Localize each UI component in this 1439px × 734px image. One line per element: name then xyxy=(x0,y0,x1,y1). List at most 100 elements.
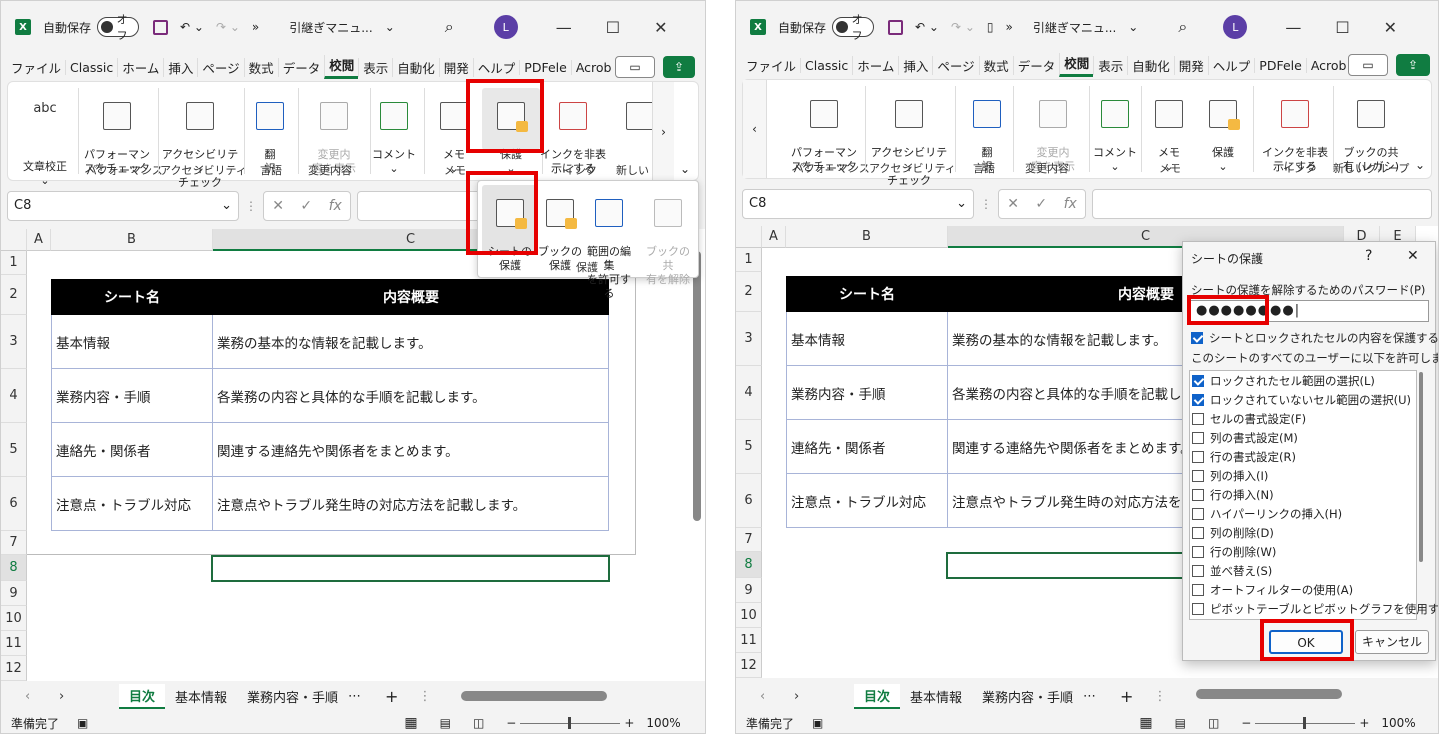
column-header[interactable]: B xyxy=(51,229,213,251)
row-header[interactable]: 7 xyxy=(736,528,762,552)
comments-button[interactable]: ▭ xyxy=(615,56,655,78)
page-break-icon[interactable]: ◫ xyxy=(1208,716,1219,730)
tab-automate[interactable]: 自動化 xyxy=(1127,55,1174,75)
column-header[interactable]: A xyxy=(762,226,786,248)
sheet-prev-icon[interactable]: ‹ xyxy=(25,689,45,704)
tab-data[interactable]: データ xyxy=(277,57,325,77)
selected-cell-c8[interactable] xyxy=(211,555,610,582)
save-icon[interactable] xyxy=(888,19,904,35)
fx-icon[interactable]: fx xyxy=(329,198,342,214)
table-cell[interactable]: 注意点やトラブル発生時の対応方法を記載します。 xyxy=(213,477,609,531)
row-header[interactable]: 10 xyxy=(736,603,762,628)
protect-contents-checkbox[interactable]: シートとロックされたセルの内容を保護する(C) xyxy=(1191,330,1438,346)
row-header[interactable]: 11 xyxy=(1,631,27,656)
permissions-scrollbar[interactable] xyxy=(1419,372,1423,562)
normal-view-icon[interactable]: ▦ xyxy=(404,715,417,731)
comment-button[interactable]: コメント ⌄ xyxy=(1093,86,1137,188)
table-cell[interactable]: 注意点・トラブル対応 xyxy=(51,477,213,531)
accessibility-status-icon[interactable]: ▣ xyxy=(77,716,88,730)
row-header[interactable]: 2 xyxy=(1,275,27,315)
select-all[interactable] xyxy=(736,226,762,248)
tab-view[interactable]: 表示 xyxy=(358,57,392,77)
file-name[interactable]: 引継ぎマニュ... xyxy=(1033,19,1116,36)
table-cell[interactable]: 基本情報 xyxy=(786,312,948,366)
tab-page[interactable]: ページ xyxy=(932,55,978,75)
accessibility-status-icon[interactable]: ▣ xyxy=(812,716,823,730)
name-box[interactable]: C8 ⌄ xyxy=(742,189,974,219)
ribbon-scroll-left-icon[interactable]: ‹ xyxy=(743,80,767,178)
zoom-in-icon[interactable]: + xyxy=(1359,716,1369,730)
more-sheets-icon[interactable]: ⋯ xyxy=(1083,689,1096,704)
row-header[interactable]: 3 xyxy=(1,315,27,369)
permission-item[interactable]: ロックされていないセル範囲の選択(U) xyxy=(1192,392,1411,408)
row-header[interactable]: 1 xyxy=(736,248,762,272)
row-header[interactable]: 11 xyxy=(736,628,762,653)
horizontal-scrollbar[interactable] xyxy=(1196,689,1342,699)
page-break-icon[interactable]: ◫ xyxy=(473,716,484,730)
redo-icon[interactable]: ↷ ⌄ xyxy=(951,20,975,34)
sheet-tab[interactable]: 目次 xyxy=(119,683,166,709)
more-commands-icon[interactable]: » xyxy=(1006,20,1013,34)
table-cell[interactable]: 業務内容・手順 xyxy=(786,366,948,420)
table-cell[interactable]: 注意点・トラブル対応 xyxy=(786,474,948,528)
redo-icon[interactable]: ↷ ⌄ xyxy=(216,20,240,34)
zoom-out-icon[interactable]: − xyxy=(506,716,516,730)
column-header[interactable]: B xyxy=(786,226,948,248)
tab-review[interactable]: 校閲 xyxy=(324,55,359,79)
close-icon[interactable]: ✕ xyxy=(1407,248,1419,264)
permission-item[interactable]: 列の挿入(I) xyxy=(1192,468,1268,484)
maximize-icon[interactable]: ☐ xyxy=(1335,18,1349,37)
tab-review[interactable]: 校閲 xyxy=(1059,53,1094,77)
share-button[interactable]: ⇪ xyxy=(1396,54,1430,76)
permissions-list[interactable]: ロックされたセル範囲の選択(L) ロックされていないセル範囲の選択(U) セルの… xyxy=(1189,370,1438,620)
permission-item[interactable]: オートフィルターの使用(A) xyxy=(1192,582,1353,598)
ribbon-collapse-icon[interactable]: ⌄ xyxy=(680,162,690,176)
row-header[interactable]: 5 xyxy=(1,423,27,477)
sheet-tab[interactable]: 業務内容・手順 xyxy=(237,685,348,708)
comments-button[interactable]: ▭ xyxy=(1348,54,1388,76)
tab-pdfelement[interactable]: PDFele xyxy=(1254,57,1306,73)
permission-item[interactable]: 行の書式設定(R) xyxy=(1192,449,1296,465)
permission-item[interactable]: 行の挿入(N) xyxy=(1192,487,1274,503)
horizontal-scrollbar[interactable] xyxy=(461,691,607,701)
zoom-level[interactable]: 100% xyxy=(646,716,680,730)
row-header[interactable]: 8 xyxy=(1,555,27,581)
tab-developer[interactable]: 開発 xyxy=(1173,55,1208,75)
sheet-next-icon[interactable]: › xyxy=(794,689,814,704)
row-header[interactable]: 5 xyxy=(736,420,762,474)
table-cell[interactable]: 連絡先・関係者 xyxy=(51,423,213,477)
maximize-icon[interactable]: ☐ xyxy=(606,18,620,37)
autosave-toggle[interactable]: オフ xyxy=(832,13,875,42)
tab-formulas[interactable]: 数式 xyxy=(978,55,1013,75)
formula-input[interactable] xyxy=(1092,189,1432,219)
row-header[interactable]: 4 xyxy=(1,369,27,423)
tab-view[interactable]: 表示 xyxy=(1093,55,1127,75)
tab-pdfelement[interactable]: PDFele xyxy=(519,59,571,75)
table-cell[interactable]: 基本情報 xyxy=(51,315,213,369)
minimize-icon[interactable]: — xyxy=(1285,18,1301,37)
page-layout-icon[interactable]: ▤ xyxy=(440,716,451,730)
tab-file[interactable]: ファイル xyxy=(1,58,65,77)
permission-item[interactable]: 列の削除(D) xyxy=(1192,525,1274,541)
table-cell[interactable]: 業務内容・手順 xyxy=(51,369,213,423)
permission-item[interactable]: セルの書式設定(F) xyxy=(1192,411,1306,427)
row-header[interactable]: 9 xyxy=(1,581,27,606)
more-commands-icon[interactable]: » xyxy=(252,20,259,34)
filename-chevron-icon[interactable]: ⌄ xyxy=(385,20,395,34)
check-accessibility-button[interactable]: アクセシビリティ チェック xyxy=(869,86,949,202)
avatar[interactable]: L xyxy=(1223,15,1248,39)
allow-edit-ranges-button[interactable]: 範囲の編集 を許可する xyxy=(582,185,636,315)
table-cell[interactable]: 業務の基本的な情報を記載します。 xyxy=(213,315,609,369)
row-header[interactable]: 9 xyxy=(736,578,762,603)
permission-item[interactable]: 列の書式設定(M) xyxy=(1192,430,1298,446)
tab-split-icon[interactable]: ⋮ xyxy=(418,689,431,704)
row-header[interactable]: 1 xyxy=(1,251,27,275)
sheet-tab[interactable]: 業務内容・手順 xyxy=(972,685,1083,708)
protect-button[interactable]: 保護 ⌄ xyxy=(1203,86,1243,188)
add-sheet-icon[interactable]: + xyxy=(385,687,398,706)
undo-icon[interactable]: ↶ ⌄ xyxy=(915,20,939,34)
tab-developer[interactable]: 開発 xyxy=(438,57,473,77)
row-header[interactable]: 10 xyxy=(1,606,27,631)
tab-insert[interactable]: 挿入 xyxy=(898,55,932,75)
avatar[interactable]: L xyxy=(493,15,518,39)
